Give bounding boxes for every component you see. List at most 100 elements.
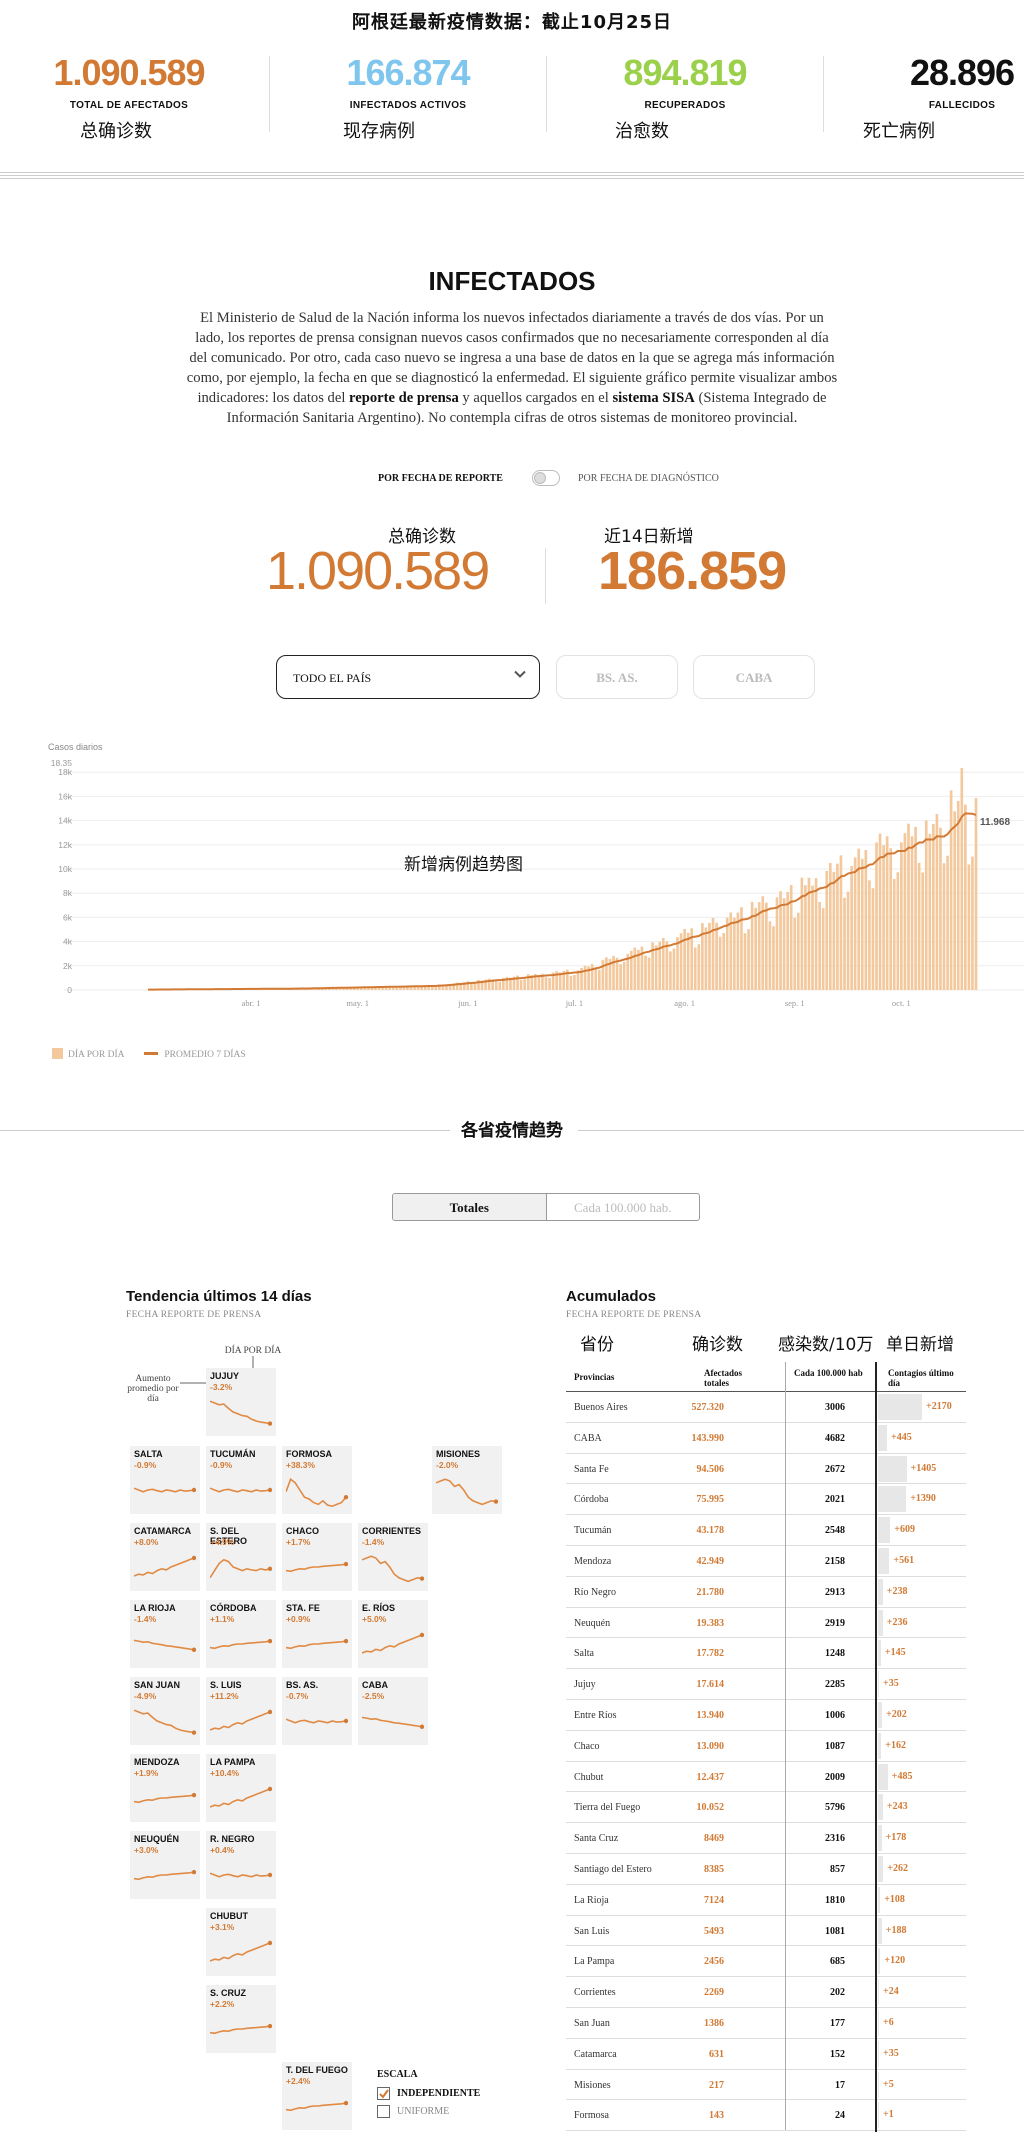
trend-cell-mendoza: MENDOZA +1.9% [130,1754,200,1822]
cell-province: La Rioja [574,1894,609,1906]
chart-bar [757,902,761,990]
trend-cell-pct: -1.4% [362,1537,385,1547]
cell-province: Tucumán [574,1525,612,1537]
sparkline [362,1555,424,1583]
cell-new: +108 [884,1893,905,1905]
sparkline [286,1561,348,1573]
cell-per100k: 685 [830,1956,845,1968]
trend-cell-sta-fe: STA. FE +0.9% [282,1600,352,1668]
tab-per-100k[interactable]: Cada 100.000 hab. [547,1194,700,1220]
x-tick-label: jul. 1 [565,998,583,1008]
trend-cell-name: MENDOZA [134,1757,180,1767]
trend-cell-bs-as-: BS. AS. -0.7% [282,1677,352,1745]
chart-bar [715,922,718,990]
cell-province: Corrientes [574,1987,616,1999]
sparkline [134,1555,196,1577]
chart-bar [821,908,825,990]
checkbox-checked-icon[interactable] [377,2087,390,2100]
chart-bar [864,849,868,990]
chart-bar [932,823,935,990]
sparkline [134,1639,196,1652]
y-max-label: 18.35 [51,758,73,768]
sparkline-path [210,1872,271,1878]
cell-new-bar [878,1763,888,1790]
trend-cell-c-rdoba: CÓRDOBA +1.1% [206,1600,276,1668]
provinces-title: 各省疫情趋势 [461,1121,563,1141]
region-option-bsas[interactable]: BS. AS. [556,655,678,699]
trend-cell-pct: +2.2% [210,1999,235,2009]
table-row: CABA 143.990 4682 +445 [566,1423,966,1454]
cell-per100k: 17 [835,2079,845,2091]
trend-cell-pct: -1.4% [134,1614,157,1624]
sparkline-path [134,1487,195,1493]
cell-new-bar [878,1640,881,1667]
trend-cell-corrientes: CORRIENTES -1.4% [358,1523,428,1591]
trend-cell-name: CABA [362,1680,388,1690]
trend-cell-s-luis: S. LUIS +11.2% [206,1677,276,1745]
chart-bar [811,885,814,990]
cell-new: +1390 [910,1493,936,1505]
cell-per100k: 202 [830,1987,845,1999]
cell-province: Santiago del Estero [574,1863,652,1875]
chart-bar [917,862,921,990]
stat-recovered: 894.819 RECUPERADOS 治愈数 [560,52,810,143]
cell-province: Catamarca [574,2048,617,2060]
checkbox-icon[interactable] [377,2105,390,2118]
sparkline-dot [419,1576,424,1581]
trend-cell-r-negro: R. NEGRO +0.4% [206,1831,276,1899]
intro-part: y aquellos cargados en el [458,390,613,406]
cell-new: +262 [887,1862,908,1874]
x-tick-label: jun. 1 [457,998,477,1008]
trend-cell-chubut: CHUBUT +3.1% [206,1908,276,1976]
chart-bar [892,879,896,990]
chart-bar [832,871,836,990]
section-title: INFECTADOS [428,266,596,296]
sparkline-path [436,1478,497,1506]
toggle-label-report[interactable]: POR FECHA DE REPORTE [378,473,503,484]
sparkline-dot [267,1566,272,1571]
cell-total: 217 [709,2079,724,2091]
tab-totales[interactable]: Totales [393,1194,547,1220]
cell-total: 143 [709,2110,724,2122]
cell-total: 42.949 [696,1555,725,1567]
cell-new: +145 [884,1647,906,1659]
chart-bar [548,977,551,990]
region-select[interactable]: TODO EL PAÍS [276,655,540,699]
annotation-day: DÍA POR DÍA [224,1346,282,1356]
cell-total: 1386 [704,2017,724,2029]
daily-cases-chart: Casos diarios 0 2k 4k 6k 8k 10k 12k 14k 16k 18k 18.… [44,740,1024,1060]
cell-total: 21.780 [696,1586,725,1598]
scale-option-uniform[interactable]: UNIFORME [377,2104,480,2119]
page-title: 阿根廷最新疫情数据：截止10月25日 [351,12,673,33]
cell-total: 43.178 [696,1525,725,1537]
cell-province: Río Negro [574,1586,616,1598]
toggle-label-diagnosis[interactable]: POR FECHA DE DIAGNÓSTICO [578,473,719,484]
chart-bar [494,981,498,990]
cell-province: Misiones [574,2079,611,2091]
sparkline-dot [191,1647,196,1652]
chart-bar [896,872,900,990]
sparkline [210,1709,272,1731]
chart-bar [935,814,939,990]
region-option-caba[interactable]: CABA [693,655,815,699]
sparkline-path [210,1711,271,1731]
cell-new: +485 [891,1770,913,1782]
cell-total: 7124 [704,1894,724,1906]
chart-bar [743,933,747,990]
cell-per100k: 2316 [825,1833,845,1845]
cell-new-bar [878,2040,879,2067]
cell-total: 13.090 [696,1740,725,1752]
cell-new-bar [878,1701,883,1728]
chart-bar [885,836,889,990]
cell-new: +178 [885,1832,907,1844]
toggle-switch[interactable] [532,470,560,486]
stat-value: 166.874 [346,52,470,93]
scale-option-independent[interactable]: INDEPENDIENTE [377,2086,480,2101]
scale-title: ESCALA [377,2069,418,2080]
chart-bar [786,891,789,990]
trend-cell-pct: -0.9% [134,1460,157,1470]
chart-bar [754,907,758,990]
annotation-avg: Aumento promedio por día [127,1374,179,1404]
cell-new: +35 [883,2047,899,2059]
cell-total: 13.940 [696,1709,725,1721]
